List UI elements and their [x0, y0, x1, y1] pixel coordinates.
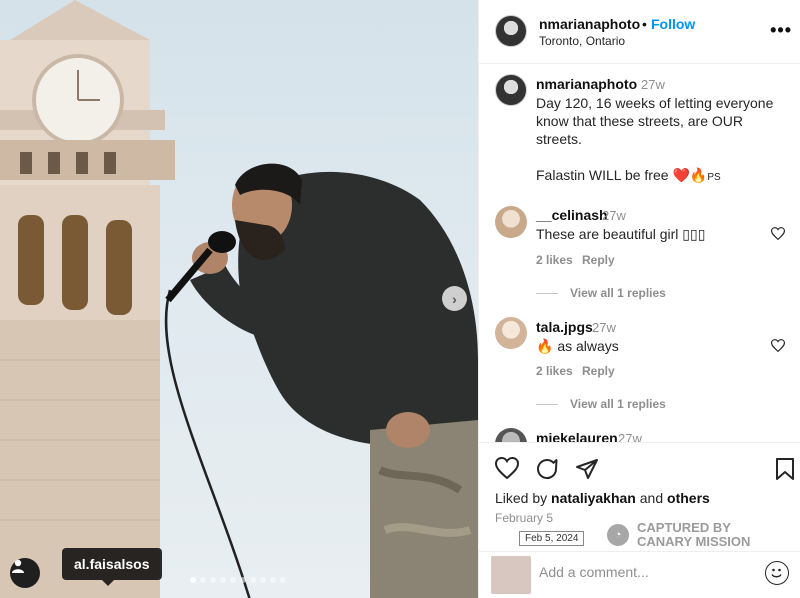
bookmark-icon[interactable] — [775, 457, 795, 481]
avatar — [491, 556, 531, 594]
slide-dot — [200, 577, 206, 583]
watermark-line: CAPTURED BY — [637, 520, 731, 535]
comment-likes[interactable]: 2 likes — [536, 253, 573, 267]
reply-button[interactable]: Reply — [582, 253, 615, 267]
caption-time[interactable]: 27w — [641, 77, 665, 92]
canary-logo-icon: ◔ — [607, 524, 629, 546]
liked-others-link[interactable]: others — [667, 490, 710, 506]
comment-username[interactable]: tala.jpgs — [536, 319, 593, 335]
chevron-right-icon: › — [452, 290, 457, 307]
post-username[interactable]: nmarianaphoto — [539, 16, 640, 32]
watermark: ◔ CAPTURED BY CANARY MISSION — [607, 521, 750, 549]
post-actions: Liked by nataliyakhan and others Februar… — [479, 442, 800, 598]
liked-by-text: Liked by nataliyakhan and others — [495, 490, 710, 506]
slide-dot — [270, 577, 276, 583]
comment-time[interactable]: 27w — [618, 431, 642, 442]
comment-input[interactable]: Add a comment... — [539, 564, 649, 580]
comments-list[interactable]: nmarianaphoto 27w Day 120, 16 weeks of l… — [479, 64, 800, 442]
photo-illustration — [0, 0, 478, 598]
slide-dot — [260, 577, 266, 583]
slide-dot — [250, 577, 256, 583]
caption-line-text: Falastin WILL be free — [536, 167, 669, 183]
slide-dot — [240, 577, 246, 583]
follow-button[interactable]: Follow — [651, 16, 695, 32]
watermark-text: CAPTURED BY CANARY MISSION — [637, 521, 750, 549]
post-date[interactable]: February 5 — [495, 511, 553, 525]
slide-dot — [220, 577, 226, 583]
emoji-icon[interactable] — [765, 561, 789, 585]
caption-emoji: ❤️🔥 — [672, 167, 708, 183]
like-heart-icon[interactable] — [495, 457, 519, 479]
comment-icon[interactable] — [535, 457, 559, 481]
slide-dot — [210, 577, 216, 583]
caption-line: Day 120, 16 weeks of letting everyone — [536, 95, 774, 111]
share-icon[interactable] — [575, 457, 599, 481]
slide-dot — [230, 577, 236, 583]
commenter-avatar[interactable] — [495, 317, 527, 349]
reply-button[interactable]: Reply — [582, 364, 615, 378]
comment-composer: Add a comment... — [479, 551, 800, 598]
post-photo[interactable]: › al.faisalsos — [0, 0, 478, 598]
view-replies-button[interactable]: View all 1 replies — [536, 286, 666, 300]
caption-text: Day 120, 16 weeks of letting everyone kn… — [536, 94, 773, 187]
commenter-avatar[interactable] — [495, 428, 527, 442]
tagged-user-label[interactable]: al.faisalsos — [62, 548, 162, 586]
commenter-avatar[interactable] — [495, 206, 527, 238]
post-location[interactable]: Toronto, Ontario — [539, 34, 625, 48]
next-slide-button[interactable]: › — [442, 286, 467, 311]
caption-line: Falastin WILL be free ❤️🔥PS — [536, 166, 773, 187]
comment-username[interactable]: miekelauren — [536, 430, 618, 442]
liked-and: and — [639, 490, 664, 506]
comment-username[interactable]: __celinash — [536, 207, 608, 223]
watermark-line: CANARY MISSION — [637, 534, 751, 549]
comment-time[interactable]: 27w — [592, 320, 616, 335]
user-icon — [12, 559, 24, 573]
avatar[interactable] — [495, 15, 527, 47]
comment-text: 🔥 as always — [536, 338, 619, 354]
liked-user-link[interactable]: nataliyakhan — [551, 490, 636, 506]
more-options-icon[interactable]: ••• — [770, 20, 792, 41]
timestamp-stamp: Feb 5, 2024 — [519, 531, 585, 546]
liked-prefix: Liked by — [495, 490, 548, 506]
separator-dot: • — [642, 16, 647, 32]
tagged-users-button[interactable] — [10, 558, 40, 588]
comment-likes[interactable]: 2 likes — [536, 364, 573, 378]
caption-avatar[interactable] — [495, 74, 527, 106]
comment-text: These are beautiful girl ▯▯▯ — [536, 226, 706, 242]
post-header: nmarianaphoto • Follow Toronto, Ontario … — [479, 0, 800, 64]
slide-indicator — [190, 577, 286, 583]
caption-ps: PS — [707, 172, 721, 183]
slide-dot — [190, 577, 196, 583]
caption-line: streets. — [536, 131, 582, 147]
caption-username[interactable]: nmarianaphoto — [536, 76, 637, 92]
heart-icon[interactable] — [771, 339, 785, 352]
view-replies-button[interactable]: View all 1 replies — [536, 397, 666, 411]
slide-dot — [280, 577, 286, 583]
comment-time[interactable]: 27w — [602, 208, 626, 223]
post-sidebar: nmarianaphoto • Follow Toronto, Ontario … — [478, 0, 800, 598]
caption-line: know that these streets, are OUR — [536, 113, 743, 129]
heart-icon[interactable] — [771, 227, 785, 240]
